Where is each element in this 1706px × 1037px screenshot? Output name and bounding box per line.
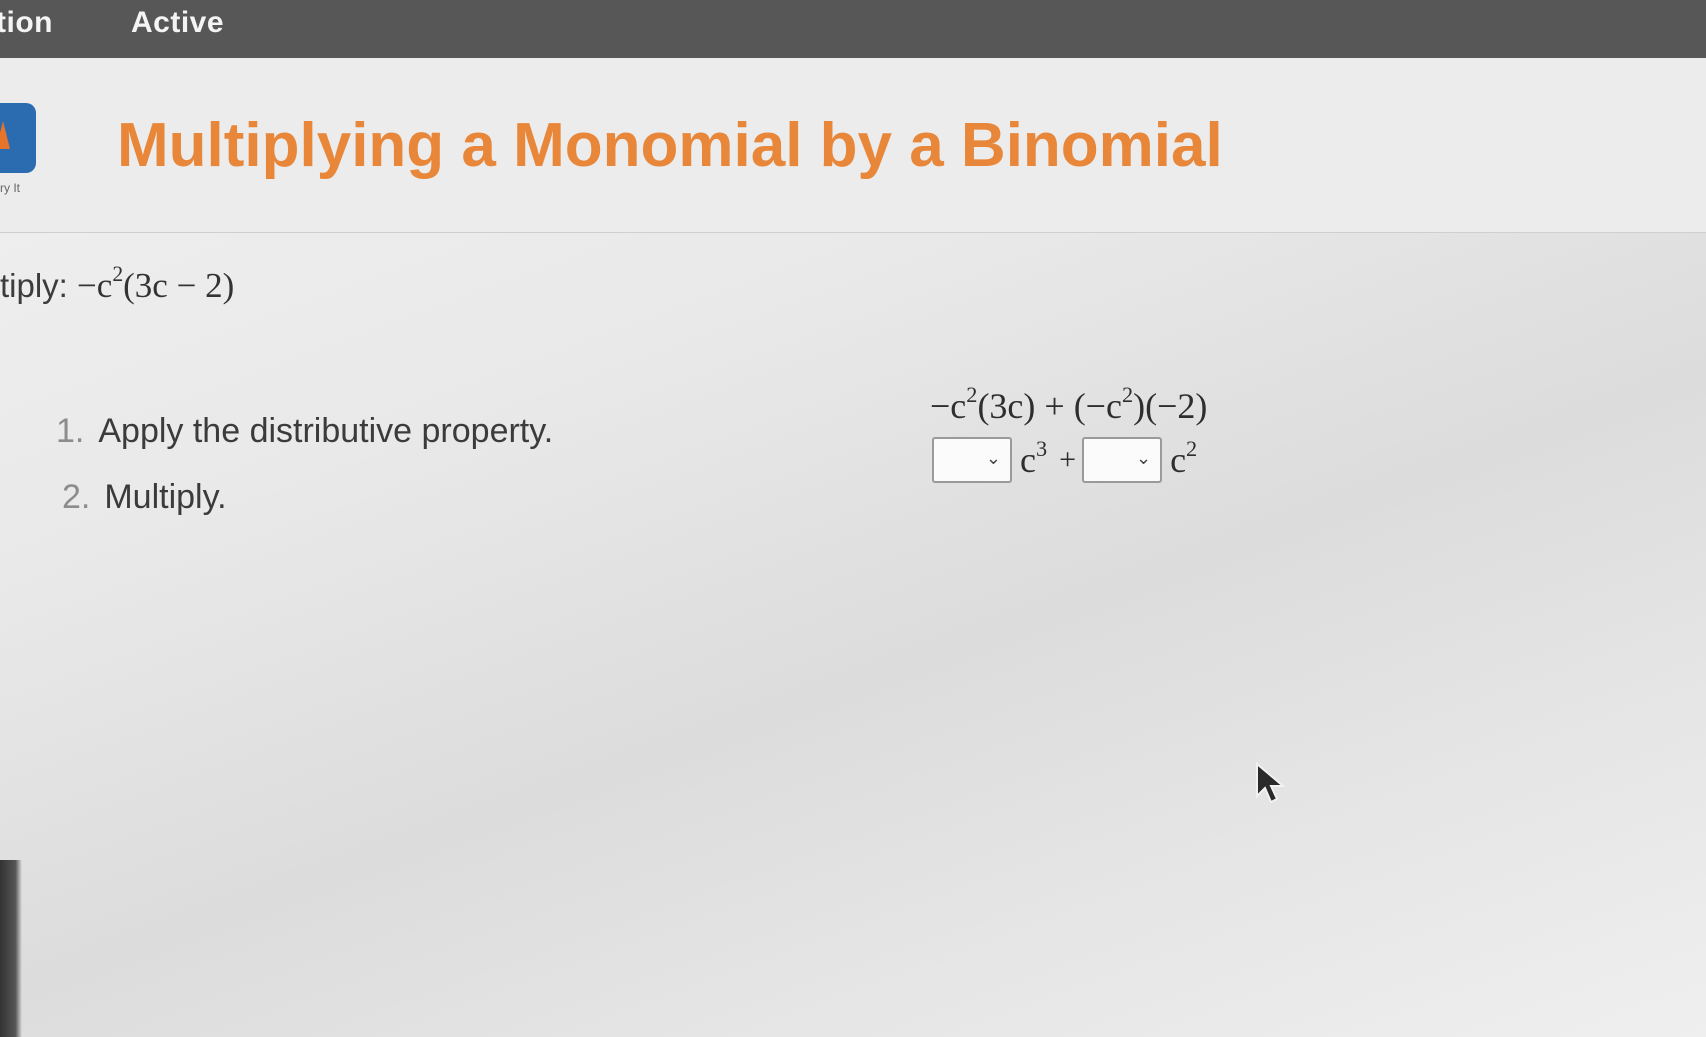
problem-expression: −c2(3c − 2) <box>77 263 235 305</box>
multiplied-expression: ⌄ c3 + ⌄ c2 <box>932 437 1203 483</box>
term-exponent: 3 <box>1035 435 1048 461</box>
expr-prefix: −c <box>77 266 113 305</box>
coefficient-dropdown-2[interactable]: ⌄ <box>1082 437 1163 483</box>
work-exponent: 2 <box>966 381 978 407</box>
step-label: Multiply. <box>104 478 227 516</box>
distributed-expression: −c2(3c) + (−c2)(−2) <box>930 381 1208 427</box>
step-1: 1. Apply the distributive property. <box>56 412 553 451</box>
expr-exponent: 2 <box>112 262 124 287</box>
term-exponent: 2 <box>1186 435 1198 461</box>
badge-caption: ry It <box>0 181 20 195</box>
prompt-label: tiply: <box>0 267 68 304</box>
term-c-cubed: c3 <box>1020 435 1048 481</box>
screen-edge <box>0 860 22 1037</box>
lesson-header: ry It Multiplying a Monomial by a Binomi… <box>0 58 1706 233</box>
step-label: Apply the distributive property. <box>98 412 554 450</box>
problem-prompt: tiply: −c2(3c − 2) <box>0 263 235 306</box>
work-exponent: 2 <box>1121 381 1134 407</box>
work-part: )(−2) <box>1133 386 1208 426</box>
work-part: −c <box>930 386 967 426</box>
term-c-squared: c2 <box>1170 435 1198 481</box>
plus-operator: + <box>1059 443 1077 476</box>
term-base: c <box>1170 440 1187 480</box>
term-base: c <box>1020 440 1036 480</box>
lesson-title: Multiplying a Monomial by a Binomial <box>117 111 1223 180</box>
chevron-down-icon: ⌄ <box>985 448 1001 469</box>
top-bar: tion Active <box>0 0 1706 58</box>
step-number: 2. <box>62 478 91 516</box>
expr-suffix: (3c − 2) <box>123 266 235 305</box>
mouse-pointer-icon <box>1256 762 1286 804</box>
work-part: (3c) + (−c <box>977 386 1122 426</box>
tab-lesson[interactable]: tion <box>0 6 53 40</box>
chevron-down-icon: ⌄ <box>1135 448 1152 469</box>
step-number: 1. <box>56 412 85 450</box>
app-badge-icon <box>0 103 36 173</box>
tab-active[interactable]: Active <box>131 6 224 40</box>
coefficient-dropdown-1[interactable]: ⌄ <box>932 437 1012 483</box>
flame-icon <box>0 121 10 149</box>
step-2: 2. Multiply. <box>62 478 227 517</box>
